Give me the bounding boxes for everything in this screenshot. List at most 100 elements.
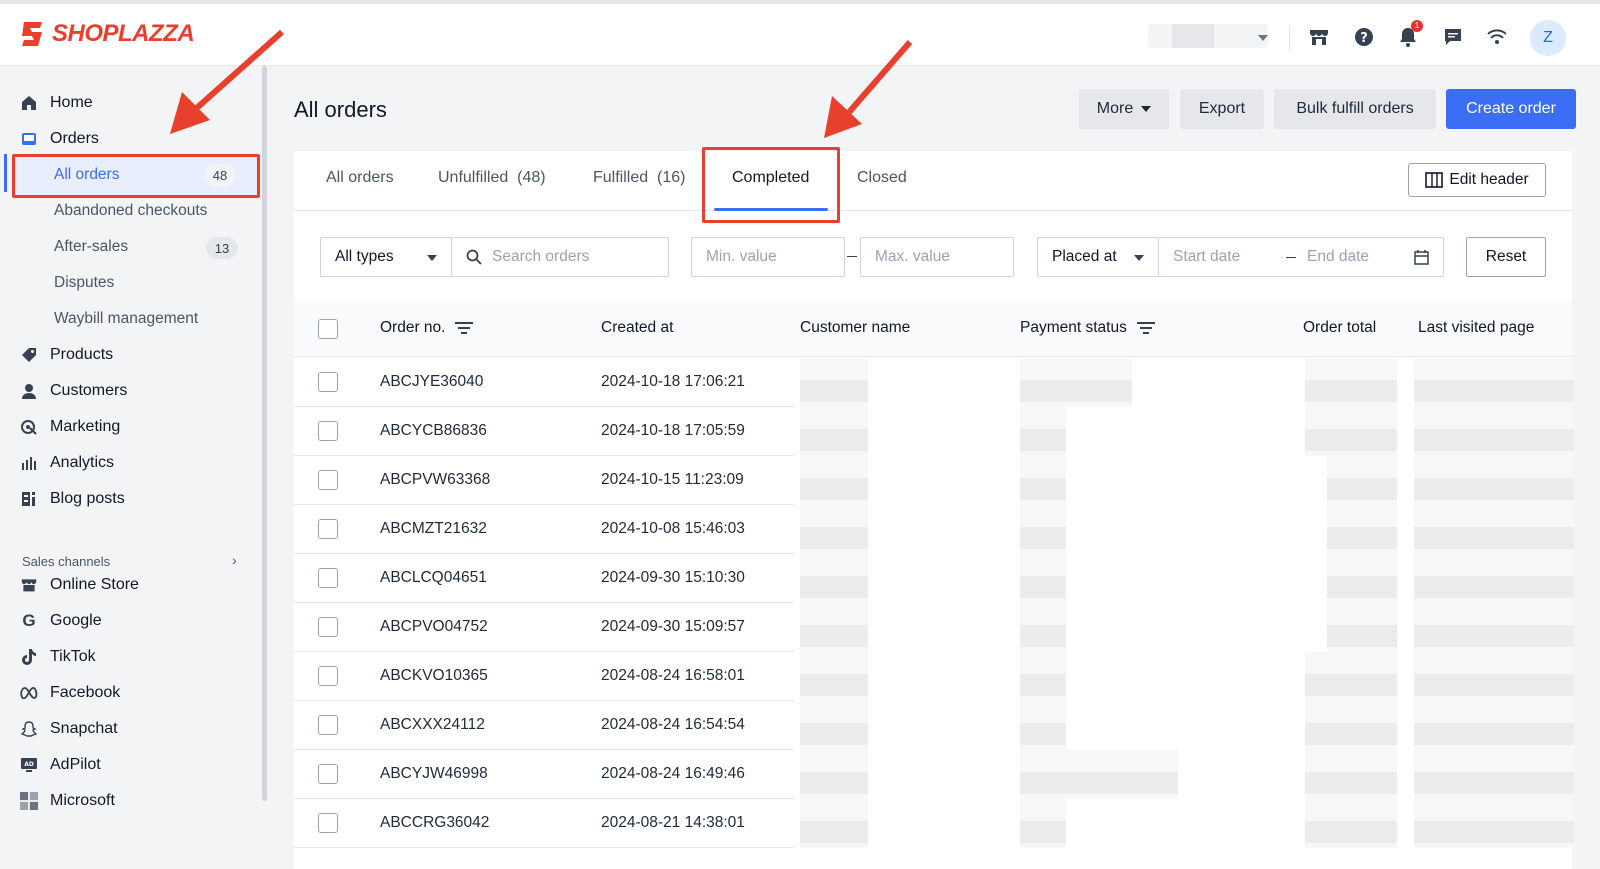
order-number[interactable]: ABCPVO04752: [380, 618, 488, 636]
table-row[interactable]: ABCPVO04752 2024-09-30 15:09:57: [294, 603, 1574, 652]
sidebar-item-home[interactable]: Home: [20, 88, 93, 118]
sidebar-item-after-sales[interactable]: After-sales: [54, 232, 128, 262]
sidebar-item-label: Snapchat: [50, 720, 118, 737]
edit-header-button[interactable]: Edit header: [1408, 163, 1546, 197]
order-number[interactable]: ABCMZT21632: [380, 520, 487, 538]
sidebar-item-blog-posts[interactable]: Blog posts: [20, 484, 125, 514]
table-row[interactable]: ABCXXX24112 2024-08-24 16:54:54: [294, 701, 1574, 750]
max-value-input[interactable]: Max. value: [860, 237, 1014, 277]
store-icon[interactable]: [1308, 26, 1330, 48]
tab-unfulfilled[interactable]: Unfulfilled (48): [438, 169, 546, 195]
date-range-input[interactable]: Start date End date: [1158, 237, 1444, 277]
order-number[interactable]: ABCKVO10365: [380, 667, 488, 685]
sidebar-item-analytics[interactable]: Analytics: [20, 448, 114, 478]
sidebar-item-abandoned-checkouts[interactable]: Abandoned checkouts: [54, 196, 207, 226]
sidebar-item-disputes[interactable]: Disputes: [54, 268, 114, 298]
sidebar-item-products[interactable]: Products: [20, 340, 113, 370]
meta-icon: [20, 684, 38, 702]
row-checkbox[interactable]: [318, 617, 338, 637]
redacted-cell: [800, 701, 868, 750]
more-button[interactable]: More: [1079, 89, 1169, 129]
table-row[interactable]: ABCLCQ04651 2024-09-30 15:10:30: [294, 554, 1574, 603]
redacted-cell: [1327, 505, 1397, 554]
table-row[interactable]: ABCJYE36040 2024-10-18 17:06:21: [294, 358, 1574, 407]
table-row[interactable]: ABCKVO10365 2024-08-24 16:58:01: [294, 652, 1574, 701]
caret-down-icon: [427, 255, 437, 261]
chevron-right-icon[interactable]: ›: [232, 552, 237, 568]
row-checkbox[interactable]: [318, 715, 338, 735]
export-button[interactable]: Export: [1180, 89, 1264, 129]
chat-icon[interactable]: [1442, 26, 1464, 48]
row-checkbox[interactable]: [318, 470, 338, 490]
row-checkbox[interactable]: [318, 519, 338, 539]
row-checkbox[interactable]: [318, 568, 338, 588]
calendar-icon[interactable]: [1414, 250, 1429, 265]
sidebar-item-all-orders[interactable]: All orders: [54, 160, 119, 190]
redacted-cell: [800, 358, 868, 407]
order-number[interactable]: ABCXXX24112: [380, 716, 485, 734]
table-row[interactable]: ABCCRG36042 2024-08-21 14:38:01: [294, 799, 1574, 848]
store-selector[interactable]: [1148, 24, 1268, 48]
sidebar-item-microsoft[interactable]: Microsoft: [20, 786, 115, 816]
tab-fulfilled[interactable]: Fulfilled (16): [593, 169, 685, 195]
wifi-icon[interactable]: [1486, 26, 1508, 48]
redacted-cell: [1414, 799, 1574, 848]
sidebar-item-facebook[interactable]: Facebook: [20, 678, 120, 708]
column-order-no[interactable]: Order no.: [380, 319, 474, 337]
date-field-select[interactable]: Placed at: [1037, 237, 1159, 277]
sidebar-item-adpilot[interactable]: AD AdPilot: [20, 750, 101, 780]
tab-closed[interactable]: Closed: [857, 169, 907, 195]
row-checkbox[interactable]: [318, 372, 338, 392]
order-number[interactable]: ABCLCQ04651: [380, 569, 487, 587]
start-date-placeholder[interactable]: Start date: [1173, 248, 1240, 266]
tab-all-orders[interactable]: All orders: [326, 169, 394, 195]
edit-header-label: Edit header: [1449, 171, 1529, 188]
redacted-cell: [800, 799, 868, 848]
sidebar-item-orders[interactable]: Orders: [20, 124, 99, 154]
sidebar-item-snapchat[interactable]: Snapchat: [20, 714, 118, 744]
sidebar-item-label: Marketing: [50, 418, 121, 435]
help-icon[interactable]: ?: [1353, 26, 1375, 48]
end-date-placeholder[interactable]: End date: [1307, 248, 1369, 266]
column-payment-status[interactable]: Payment status: [1020, 319, 1155, 337]
sidebar-item-customers[interactable]: Customers: [20, 376, 127, 406]
sidebar-item-waybill-management[interactable]: Waybill management: [54, 304, 198, 334]
order-number[interactable]: ABCYJW46998: [380, 765, 488, 783]
sidebar-item-tiktok[interactable]: TikTok: [20, 642, 96, 672]
table-row[interactable]: ABCYJW46998 2024-08-24 16:49:46: [294, 750, 1574, 799]
create-order-button[interactable]: Create order: [1446, 89, 1576, 129]
min-value-input[interactable]: Min. value: [691, 237, 845, 277]
table-row[interactable]: ABCMZT21632 2024-10-08 15:46:03: [294, 505, 1574, 554]
order-number[interactable]: ABCCRG36042: [380, 814, 489, 832]
bulk-fulfill-button[interactable]: Bulk fulfill orders: [1274, 89, 1436, 129]
sidebar-item-google[interactable]: G Google: [20, 606, 101, 636]
sidebar-item-online-store[interactable]: Online Store: [20, 570, 139, 600]
order-number[interactable]: ABCJYE36040: [380, 373, 483, 391]
table-row[interactable]: ABCYCB86836 2024-10-18 17:05:59: [294, 407, 1574, 456]
select-all-checkbox[interactable]: [318, 319, 338, 339]
type-select[interactable]: All types: [320, 237, 452, 277]
sidebar-item-label: Online Store: [50, 576, 139, 593]
reset-button[interactable]: Reset: [1466, 237, 1546, 277]
bell-icon[interactable]: 1: [1397, 20, 1423, 48]
avatar[interactable]: Z: [1530, 20, 1566, 56]
chevron-down-icon: [1258, 35, 1268, 41]
redacted-cell: [1414, 603, 1574, 652]
row-checkbox[interactable]: [318, 666, 338, 686]
tiktok-icon: [20, 648, 38, 666]
order-number[interactable]: ABCYCB86836: [380, 422, 487, 440]
row-checkbox[interactable]: [318, 764, 338, 784]
table-row[interactable]: ABCPVW63368 2024-10-15 11:23:09: [294, 456, 1574, 505]
sidebar-item-marketing[interactable]: Marketing: [20, 412, 120, 442]
column-created-at: Created at: [601, 319, 674, 336]
sidebar-scrollbar[interactable]: [262, 66, 267, 801]
search-input[interactable]: Search orders: [451, 237, 669, 277]
created-at: 2024-10-15 11:23:09: [601, 471, 744, 488]
redacted-cell: [800, 554, 868, 603]
search-placeholder: Search orders: [492, 248, 590, 265]
filter-icon[interactable]: [1136, 321, 1155, 335]
filter-icon[interactable]: [455, 321, 474, 335]
row-checkbox[interactable]: [318, 813, 338, 833]
row-checkbox[interactable]: [318, 421, 338, 441]
order-number[interactable]: ABCPVW63368: [380, 471, 490, 489]
